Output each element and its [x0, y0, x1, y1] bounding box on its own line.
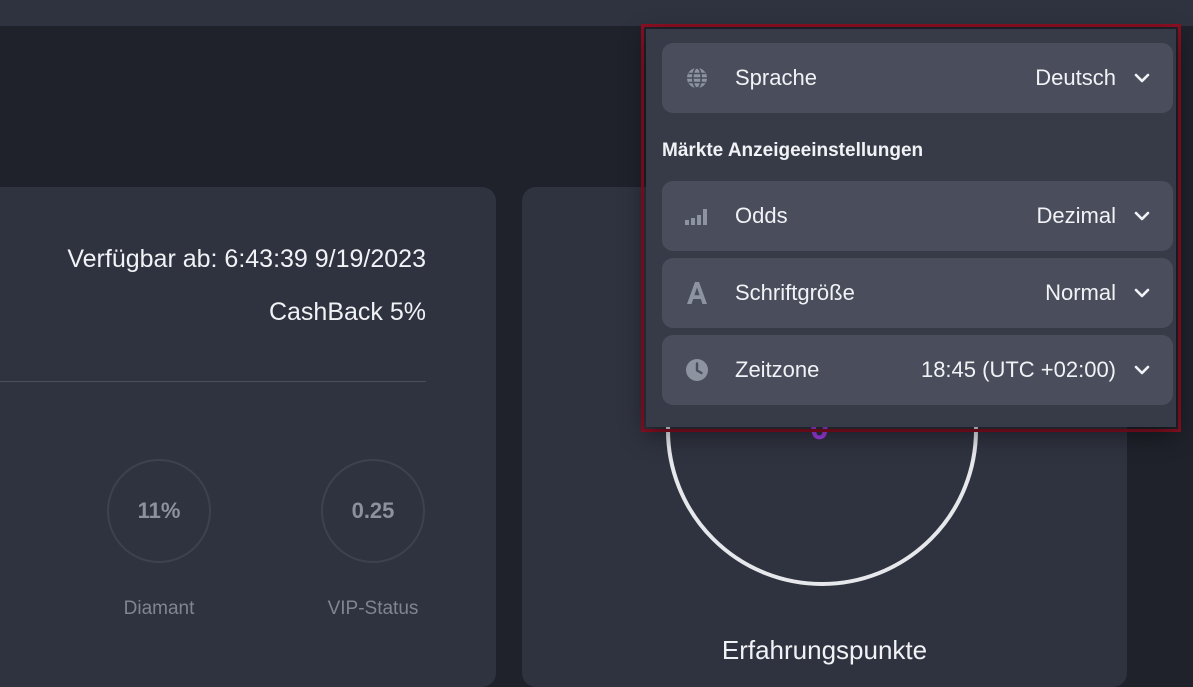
- diamant-stat-value: 11%: [137, 498, 181, 523]
- font-size-select[interactable]: Schriftgröße Normal: [662, 258, 1173, 328]
- divider: [0, 381, 426, 382]
- odds-select[interactable]: Odds Dezimal: [662, 181, 1173, 251]
- timezone-label: Zeitzone: [735, 357, 820, 382]
- vip-status-stat-circle: 0.25: [321, 459, 425, 563]
- experience-title: Erfahrungspunkte: [721, 635, 928, 665]
- profile-card: Verfügbar ab: 6:43:39 9/19/2023 CashBack…: [0, 187, 496, 687]
- language-label: Sprache: [735, 65, 817, 90]
- font-size-value: Normal: [1045, 280, 1116, 305]
- timezone-select[interactable]: Zeitzone 18:45 (UTC +02:00): [662, 335, 1173, 405]
- top-bar: [0, 0, 1193, 26]
- timezone-value: 18:45 (UTC +02:00): [920, 357, 1116, 382]
- bar-chart-icon: [684, 203, 710, 229]
- market-display-settings-title: Märkte Anzeigeeinstellungen: [662, 140, 924, 161]
- font-size-icon: [684, 280, 710, 306]
- odds-value: Dezimal: [1036, 203, 1116, 228]
- chevron-down-icon: [1133, 284, 1151, 302]
- diamant-stat-circle: 11%: [107, 459, 211, 563]
- clock-icon: [684, 357, 710, 383]
- diamant-stat-label: Diamant: [123, 598, 195, 619]
- globe-icon: [684, 65, 710, 91]
- vip-status-stat-value: 0.25: [351, 498, 395, 523]
- language-select[interactable]: Sprache Deutsch: [662, 43, 1173, 113]
- available-from-text: Verfügbar ab: 6:43:39 9/19/2023: [67, 245, 426, 273]
- language-value: Deutsch: [1035, 65, 1116, 90]
- odds-label: Odds: [735, 203, 788, 228]
- settings-dropdown-panel: Sprache Deutsch Märkte Anzeigeeinstellun…: [646, 29, 1176, 427]
- cashback-text: CashBack 5%: [268, 298, 426, 326]
- vip-status-stat-label: VIP-Status: [327, 598, 419, 619]
- chevron-down-icon: [1133, 207, 1151, 225]
- chevron-down-icon: [1133, 69, 1151, 87]
- font-size-label: Schriftgröße: [735, 280, 855, 305]
- chevron-down-icon: [1133, 361, 1151, 379]
